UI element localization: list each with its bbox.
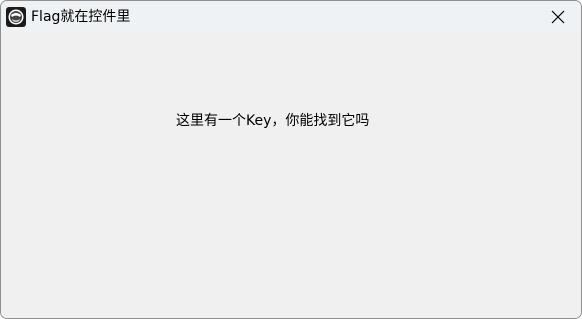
- app-window: Flag就在控件里 这里有一个Key，你能找到它吗: [0, 0, 582, 319]
- key-hint-label: 这里有一个Key，你能找到它吗: [176, 113, 370, 129]
- window-title: Flag就在控件里: [31, 9, 131, 25]
- close-button[interactable]: [535, 1, 581, 33]
- close-icon: [551, 10, 565, 24]
- title-bar[interactable]: Flag就在控件里: [1, 1, 581, 33]
- window-client-area: 这里有一个Key，你能找到它吗: [1, 33, 581, 318]
- app-logo-icon[interactable]: [6, 7, 26, 27]
